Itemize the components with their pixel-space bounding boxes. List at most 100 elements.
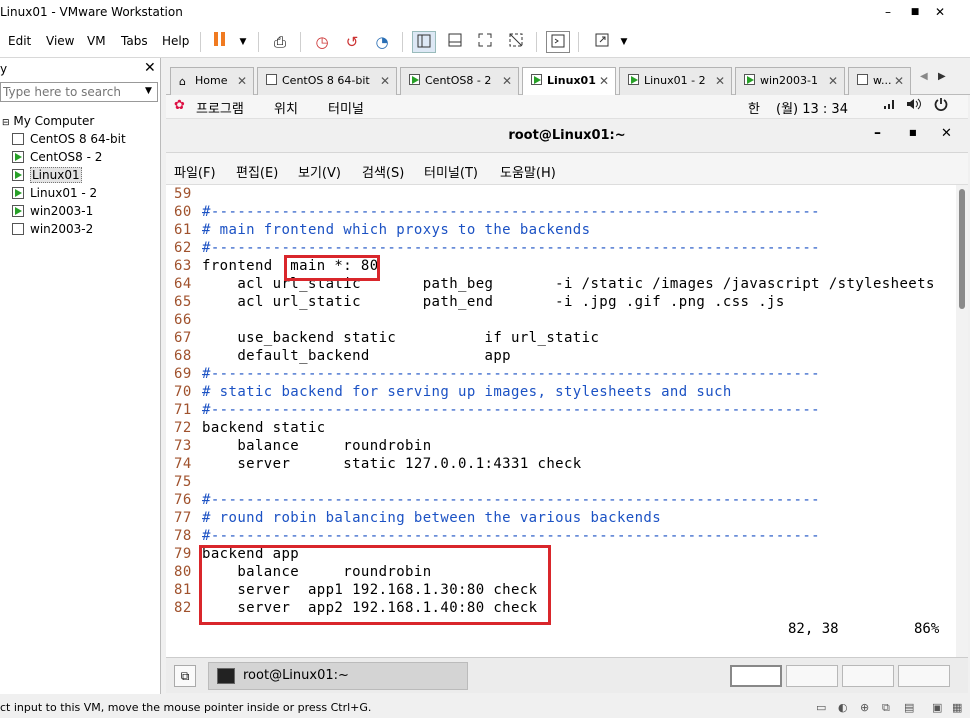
terminal-menu-edit[interactable]: 편집(E) xyxy=(236,162,278,181)
menu-help[interactable]: Help xyxy=(162,34,189,48)
guest-screen[interactable]: ✿ 프로그램 위치 터미널 한 (월) 13 : 34 root@Linux01… xyxy=(166,95,968,657)
revert-snapshot-icon[interactable]: ↺ xyxy=(340,31,364,53)
taskbar-terminal-item[interactable]: root@Linux01:~ xyxy=(208,662,468,690)
tree-item-vm[interactable]: CentOS8 - 2 xyxy=(0,148,159,166)
workspace-4[interactable] xyxy=(898,665,950,687)
terminal-menu-search[interactable]: 검색(S) xyxy=(362,162,404,181)
tab-overflow[interactable]: w... ✕ xyxy=(848,67,911,95)
power-icon[interactable] xyxy=(934,97,948,115)
close-icon[interactable]: ✕ xyxy=(599,68,609,94)
clock[interactable]: (월) 13 : 34 xyxy=(776,98,848,117)
stretch-icon[interactable] xyxy=(590,31,614,53)
minimize-icon[interactable]: – xyxy=(878,3,898,21)
close-icon[interactable]: ✕ xyxy=(941,126,952,141)
volume-icon[interactable] xyxy=(906,97,922,115)
maximize-icon[interactable]: ■ xyxy=(905,3,925,21)
line-number: 72 xyxy=(174,420,192,436)
terminal-menu-file[interactable]: 파일(F) xyxy=(174,162,216,181)
close-icon[interactable]: ✕ xyxy=(144,60,156,76)
close-icon[interactable]: ✕ xyxy=(828,68,838,94)
terminal-content[interactable]: 59 60 #-----------------------------------… xyxy=(166,185,968,657)
input-method-indicator[interactable]: 한 xyxy=(748,98,760,117)
menu-view[interactable]: View xyxy=(46,34,74,48)
tree-item-label: CentOS8 - 2 xyxy=(30,150,103,164)
vm-icon xyxy=(857,74,868,85)
device-icon[interactable]: ⧉ xyxy=(882,701,890,715)
line-number: 62 xyxy=(174,240,192,256)
tab-linux01-2[interactable]: Linux01 - 2 ✕ xyxy=(619,67,732,95)
library-search[interactable]: ▼ xyxy=(0,82,158,102)
line-number: 77 xyxy=(174,510,192,526)
terminal-scrollbar[interactable] xyxy=(956,185,968,657)
snapshot-icon[interactable]: ◷ xyxy=(310,31,334,53)
network-icon[interactable] xyxy=(882,97,896,115)
close-icon[interactable]: ✕ xyxy=(715,68,725,94)
unity-icon[interactable] xyxy=(504,31,528,53)
library-view-icon[interactable] xyxy=(412,31,436,53)
window-title: Linux01 - VMware Workstation xyxy=(0,5,183,19)
terminal-menu-terminal[interactable]: 터미널(T) xyxy=(424,162,478,181)
tab-linux01[interactable]: Linux01 ✕ xyxy=(522,67,616,96)
code-text: default_backend app xyxy=(202,348,512,364)
gnome-programs-menu[interactable]: 프로그램 xyxy=(196,98,244,117)
gnome-terminal-menu[interactable]: 터미널 xyxy=(328,98,364,117)
chevron-down-icon[interactable]: ▼ xyxy=(612,31,636,53)
workspace-3[interactable] xyxy=(842,665,894,687)
terminal-menu-view[interactable]: 보기(V) xyxy=(298,162,341,181)
chevron-down-icon[interactable]: ▼ xyxy=(231,31,255,53)
vm-running-icon xyxy=(12,187,24,199)
tab-win2003-1[interactable]: win2003-1 ✕ xyxy=(735,67,845,95)
device-icon[interactable]: ▤ xyxy=(904,701,914,714)
tab-label: CentOS8 - 2 xyxy=(425,74,492,87)
device-icon[interactable]: ▦ xyxy=(952,701,962,714)
status-message: ct input to this VM, move the mouse poin… xyxy=(0,701,372,714)
device-icon[interactable]: ◐ xyxy=(838,701,848,714)
tab-centos8-2[interactable]: CentOS8 - 2 ✕ xyxy=(400,67,519,95)
tree-item-vm-selected[interactable]: Linux01 xyxy=(0,166,159,184)
pause-icon[interactable] xyxy=(208,31,232,53)
vim-scroll-percent: 86% xyxy=(914,621,940,637)
scrollbar-thumb[interactable] xyxy=(959,189,965,309)
tree-item-vm[interactable]: CentOS 8 64-bit xyxy=(0,130,159,148)
tab-label: w... xyxy=(873,74,892,87)
terminal-menu-help[interactable]: 도움말(H) xyxy=(500,162,556,181)
full-screen-icon[interactable] xyxy=(473,31,497,53)
vm-icon xyxy=(12,133,24,145)
gnome-places-menu[interactable]: 위치 xyxy=(274,98,298,117)
chevron-down-icon[interactable]: ▼ xyxy=(145,86,152,96)
device-icon[interactable]: ⊕ xyxy=(860,701,869,714)
snapshot-manager-icon[interactable]: ◔ xyxy=(370,31,394,53)
line-number: 69 xyxy=(174,366,192,382)
menu-vm[interactable]: VM xyxy=(87,34,106,48)
device-icon[interactable]: ▭ xyxy=(816,701,826,714)
close-icon[interactable]: ✕ xyxy=(930,3,950,21)
menu-edit[interactable]: Edit xyxy=(8,34,31,48)
tree-item-vm[interactable]: win2003-1 xyxy=(0,202,159,220)
maximize-icon[interactable]: ■ xyxy=(909,128,917,137)
menu-tabs[interactable]: Tabs xyxy=(121,34,148,48)
tab-scroll-left-icon[interactable]: ◀ xyxy=(920,71,928,82)
show-desktop-icon[interactable]: ⧉ xyxy=(174,665,196,687)
workspace-1[interactable] xyxy=(730,665,782,687)
close-icon[interactable]: ✕ xyxy=(502,68,512,94)
send-ctrl-alt-del-icon[interactable]: ⎙ xyxy=(268,31,292,53)
toolbar-separator xyxy=(402,32,403,52)
workspace-2[interactable] xyxy=(786,665,838,687)
close-icon[interactable]: ✕ xyxy=(380,68,390,94)
console-view-icon[interactable] xyxy=(546,31,570,53)
thumbnail-view-icon[interactable] xyxy=(443,31,467,53)
close-icon[interactable]: ✕ xyxy=(894,68,904,94)
tab-home[interactable]: ⌂ Home ✕ xyxy=(170,67,254,95)
code-comment: #---------------------------------------… xyxy=(202,366,821,382)
tab-centos8-64bit[interactable]: CentOS 8 64-bit ✕ xyxy=(257,67,397,95)
device-icon[interactable]: ▣ xyxy=(932,701,942,714)
search-input[interactable] xyxy=(1,83,139,101)
code-comment: #---------------------------------------… xyxy=(202,492,821,508)
tree-item-vm[interactable]: Linux01 - 2 xyxy=(0,184,159,202)
minimize-icon[interactable]: – xyxy=(874,125,881,141)
tree-root-my-computer[interactable]: ⊟ My Computer xyxy=(0,112,159,130)
tree-item-vm[interactable]: win2003-2 xyxy=(0,220,159,238)
tree-collapse-icon[interactable]: ⊟ xyxy=(2,118,10,128)
tab-scroll-right-icon[interactable]: ▶ xyxy=(938,71,946,82)
close-icon[interactable]: ✕ xyxy=(237,68,247,94)
